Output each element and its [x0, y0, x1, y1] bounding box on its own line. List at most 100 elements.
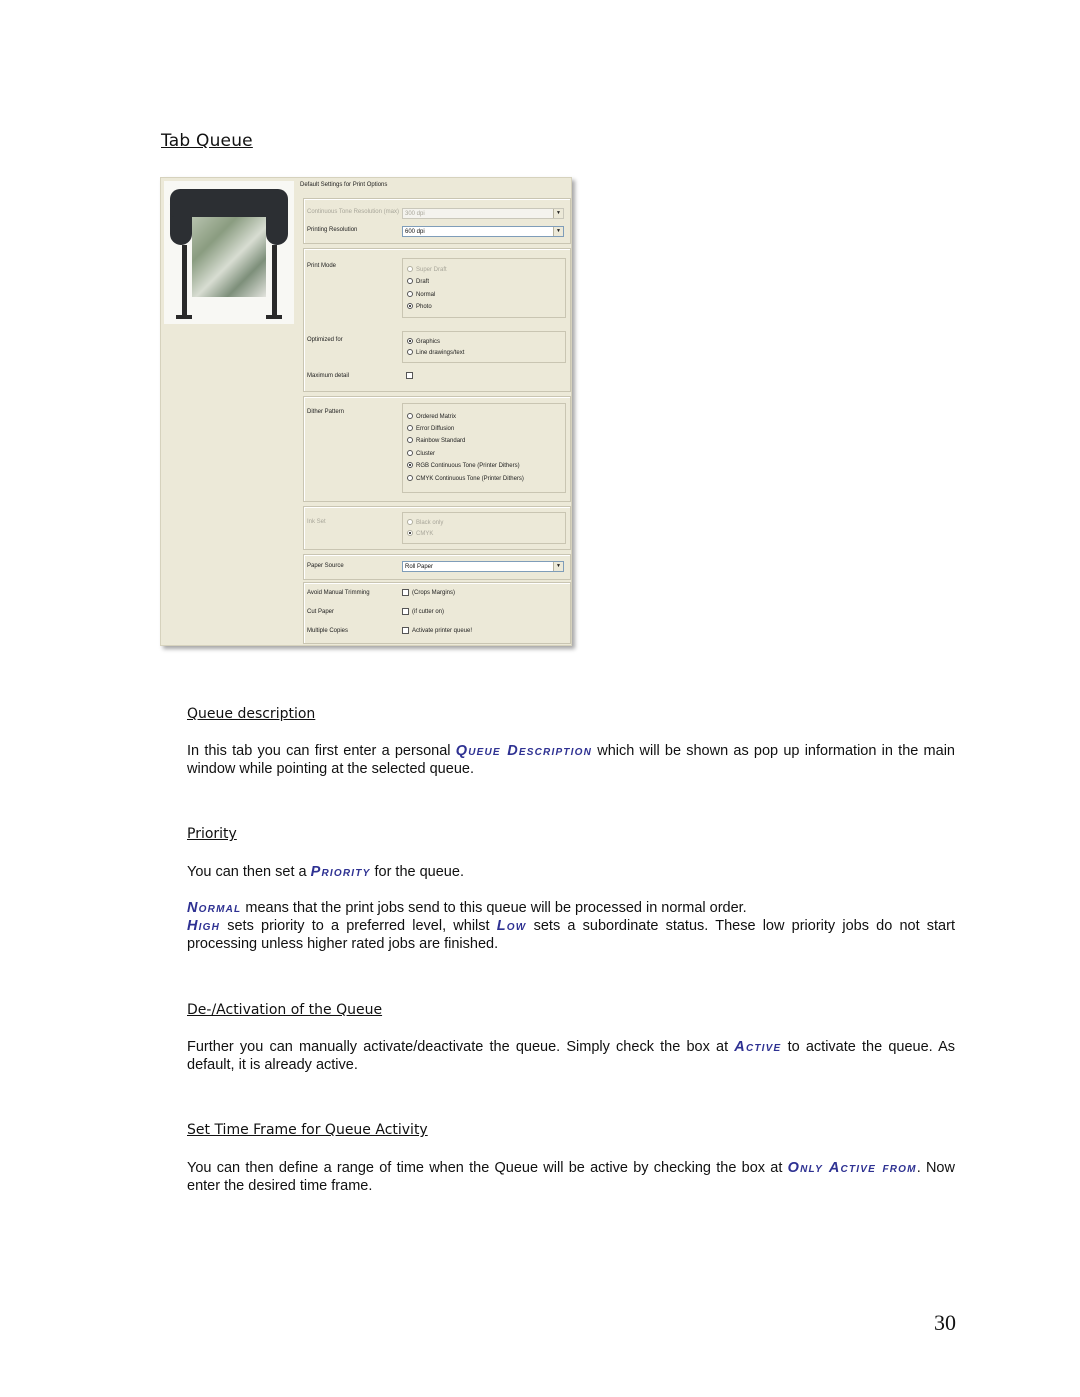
print-mode-group: Print Mode Super Draft Draft Normal Phot…: [303, 248, 571, 392]
text: for the queue.: [370, 864, 464, 880]
continuous-tone-select[interactable]: 300 dpi ▼: [402, 208, 564, 219]
radio-checked-icon: [407, 338, 413, 345]
keyword-queue-description: Queue Description: [455, 743, 592, 759]
radio-icon: [407, 291, 413, 298]
multiple-copies-label: Multiple Copies: [307, 628, 349, 634]
output-options-group: Avoid Manual Trimming (Crops Margins) Cu…: [303, 582, 571, 644]
print-mode-label: Print Mode: [307, 263, 337, 269]
paper-source-select[interactable]: Roll Paper ▼: [402, 561, 564, 572]
option-label: Normal: [416, 292, 436, 298]
ink-set-box: Black only CMYK: [402, 512, 566, 544]
radio-icon: [407, 425, 413, 432]
chevron-down-icon: ▼: [553, 227, 563, 236]
panel-title: Default Settings for Print Options: [300, 182, 388, 188]
print-mode-box: Super Draft Draft Normal Photo: [402, 258, 566, 318]
text: You can then define a range of time when…: [187, 1160, 788, 1176]
radio-checked-icon: [407, 303, 413, 310]
paragraph-queue-description: In this tab you can first enter a person…: [187, 742, 955, 778]
radio-icon: [407, 437, 413, 444]
radio-rainbow-standard[interactable]: Rainbow Standard: [407, 436, 465, 446]
option-label: Black only: [416, 520, 444, 526]
checkbox-icon: [406, 371, 413, 379]
radio-rgb-continuous[interactable]: RGB Continuous Tone (Printer Dithers): [407, 461, 520, 471]
continuous-tone-label: Continuous Tone Resolution (max): [307, 209, 399, 215]
radio-icon: [407, 349, 413, 356]
text: sets priority to a preferred level, whil…: [220, 918, 497, 934]
maximum-detail-label: Maximum detail: [307, 373, 350, 379]
radio-checked-icon: [407, 530, 413, 537]
heading-time-frame: Set Time Frame for Queue Activity: [187, 1122, 428, 1138]
checkbox-icon: [402, 607, 409, 615]
cut-paper-label: Cut Paper: [307, 609, 335, 615]
keyword-only-active-from: Only Active from: [787, 1160, 917, 1176]
paragraph-priority-high-low: High sets priority to a preferred level,…: [187, 917, 955, 953]
avoid-trimming-checkbox[interactable]: (Crops Margins): [402, 588, 455, 598]
optimized-for-box: Graphics Line drawings/text: [402, 331, 566, 363]
radio-icon: [407, 519, 413, 526]
option-label: Rainbow Standard: [416, 438, 466, 444]
option-label: (Crops Margins): [412, 590, 456, 596]
radio-graphics[interactable]: Graphics: [407, 337, 440, 347]
paragraph-priority-normal: Normal means that the print jobs send to…: [187, 899, 955, 917]
option-label: Draft: [416, 279, 430, 285]
option-label: Cluster: [416, 451, 436, 457]
radio-cmyk[interactable]: CMYK: [407, 529, 433, 539]
checkbox-icon: [402, 588, 409, 596]
radio-icon: [407, 450, 413, 457]
dither-pattern-label: Dither Pattern: [307, 409, 345, 415]
radio-icon: [407, 278, 413, 285]
radio-normal[interactable]: Normal: [407, 290, 435, 300]
paragraph-time-frame: You can then define a range of time when…: [187, 1159, 955, 1195]
radio-icon: [407, 266, 413, 273]
printing-resolution-select[interactable]: 600 dpi ▼: [402, 226, 564, 237]
paper-source-label: Paper Source: [307, 563, 344, 569]
printing-resolution-value: 600 dpi: [405, 229, 425, 235]
radio-black-only[interactable]: Black only: [407, 518, 443, 528]
printing-resolution-label: Printing Resolution: [307, 227, 358, 233]
keyword-high: High: [187, 918, 221, 934]
option-label: Error Diffusion: [416, 426, 455, 432]
keyword-low: Low: [496, 918, 527, 934]
maximum-detail-checkbox[interactable]: [406, 371, 416, 381]
option-label: Activate printer queue!: [412, 628, 473, 634]
radio-cluster[interactable]: Cluster: [407, 449, 435, 459]
radio-error-diffusion[interactable]: Error Diffusion: [407, 424, 454, 434]
settings-screenshot: Default Settings for Print Options Conti…: [160, 177, 572, 646]
option-label: Graphics: [416, 339, 441, 345]
chevron-down-icon: ▼: [553, 562, 563, 571]
radio-icon: [407, 413, 413, 420]
radio-ordered-matrix[interactable]: Ordered Matrix: [407, 412, 456, 422]
chevron-down-icon: ▼: [553, 209, 563, 218]
option-label: RGB Continuous Tone (Printer Dithers): [416, 463, 520, 469]
radio-cmyk-continuous[interactable]: CMYK Continuous Tone (Printer Dithers): [407, 474, 524, 484]
radio-draft[interactable]: Draft: [407, 277, 429, 287]
page-number: 30: [934, 1310, 956, 1335]
keyword-normal: Normal: [187, 900, 242, 916]
keyword-priority: Priority: [310, 864, 371, 880]
radio-checked-icon: [407, 462, 413, 469]
heading-activation: De-/Activation of the Queue: [187, 1002, 383, 1018]
paragraph-priority-intro: You can then set a Priority for the queu…: [187, 863, 955, 881]
dither-box: Ordered Matrix Error Diffusion Rainbow S…: [402, 403, 566, 493]
text: In this tab you can first enter a person…: [187, 743, 456, 759]
text: You can then set a: [187, 864, 311, 880]
heading-priority: Priority: [187, 826, 237, 842]
option-label: CMYK Continuous Tone (Printer Dithers): [416, 476, 524, 482]
option-label: Photo: [416, 304, 432, 310]
option-label: Line drawings/text: [416, 350, 465, 356]
multiple-copies-checkbox[interactable]: Activate printer queue!: [402, 626, 472, 636]
text: Further you can manually activate/deacti…: [187, 1039, 735, 1055]
radio-photo[interactable]: Photo: [407, 302, 432, 312]
keyword-active: Active: [734, 1039, 782, 1055]
option-label: Ordered Matrix: [416, 414, 457, 420]
paragraph-activation: Further you can manually activate/deacti…: [187, 1038, 955, 1074]
radio-line-drawings[interactable]: Line drawings/text: [407, 348, 464, 358]
radio-super-draft[interactable]: Super Draft: [407, 265, 447, 275]
dither-group: Dither Pattern Ordered Matrix Error Diff…: [303, 396, 571, 502]
cut-paper-checkbox[interactable]: (if cutter on): [402, 607, 444, 617]
continuous-tone-value: 300 dpi: [405, 211, 425, 217]
avoid-trimming-label: Avoid Manual Trimming: [307, 590, 370, 596]
printer-image: [164, 181, 294, 324]
checkbox-icon: [402, 626, 409, 634]
paper-source-value: Roll Paper: [405, 564, 434, 570]
